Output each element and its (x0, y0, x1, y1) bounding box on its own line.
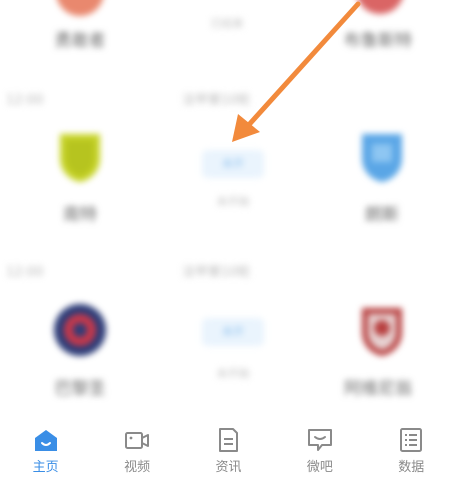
away-team-name: 朗斯 (365, 205, 399, 225)
away-team-name: 阿维尼翁 (344, 379, 412, 399)
team-logo-icon (57, 0, 103, 16)
match-status: 未开始 (216, 195, 250, 208)
chat-bubble-icon (307, 429, 332, 451)
match-status: 已结束 (210, 17, 244, 30)
tab-forum[interactable]: 微吧 (280, 418, 360, 485)
home-team-name: 巴黎圣 (54, 379, 106, 399)
home-team-name: 南特 (63, 205, 97, 225)
tab-news[interactable]: 资讯 (188, 418, 268, 485)
team-logo-icon (54, 304, 106, 356)
bottom-tab-bar: 主页 视频 资讯 微吧 数据 (0, 418, 457, 485)
news-document-icon (219, 428, 239, 452)
data-list-icon (400, 428, 423, 452)
match-round: 法甲第10轮 (182, 265, 251, 280)
home-team-name: 勇敢者 (54, 31, 106, 51)
video-camera-icon (125, 432, 150, 449)
tab-label: 数据 (398, 460, 425, 475)
tab-home[interactable]: 主页 (6, 418, 86, 485)
match-list: 勇敢者 已结束 布鲁斯特 12:00 法甲第10轮 南特 未开 未开始 朗斯 1… (0, 0, 457, 418)
home-icon (34, 430, 57, 451)
match-time: 12:00 (6, 265, 44, 280)
tab-label: 视频 (124, 460, 151, 475)
tab-video[interactable]: 视频 (97, 418, 177, 485)
tab-label: 主页 (32, 460, 59, 475)
app-screen: 勇敢者 已结束 布鲁斯特 12:00 法甲第10轮 南特 未开 未开始 朗斯 1… (0, 0, 457, 485)
team-logo-icon (60, 134, 100, 182)
match-score-button[interactable]: 未开 (202, 150, 264, 178)
match-score-button[interactable]: 未开 (202, 318, 264, 346)
match-round: 法甲第10轮 (182, 93, 251, 108)
away-team-name: 布鲁斯特 (344, 31, 412, 51)
match-status: 未开始 (216, 367, 250, 380)
tab-label: 资讯 (215, 460, 242, 475)
team-logo-icon (358, 0, 402, 14)
tab-label: 微吧 (306, 460, 333, 475)
tab-data[interactable]: 数据 (371, 418, 451, 485)
team-logo-icon (362, 308, 402, 356)
team-logo-icon (362, 134, 402, 182)
match-time: 12:00 (6, 93, 44, 108)
